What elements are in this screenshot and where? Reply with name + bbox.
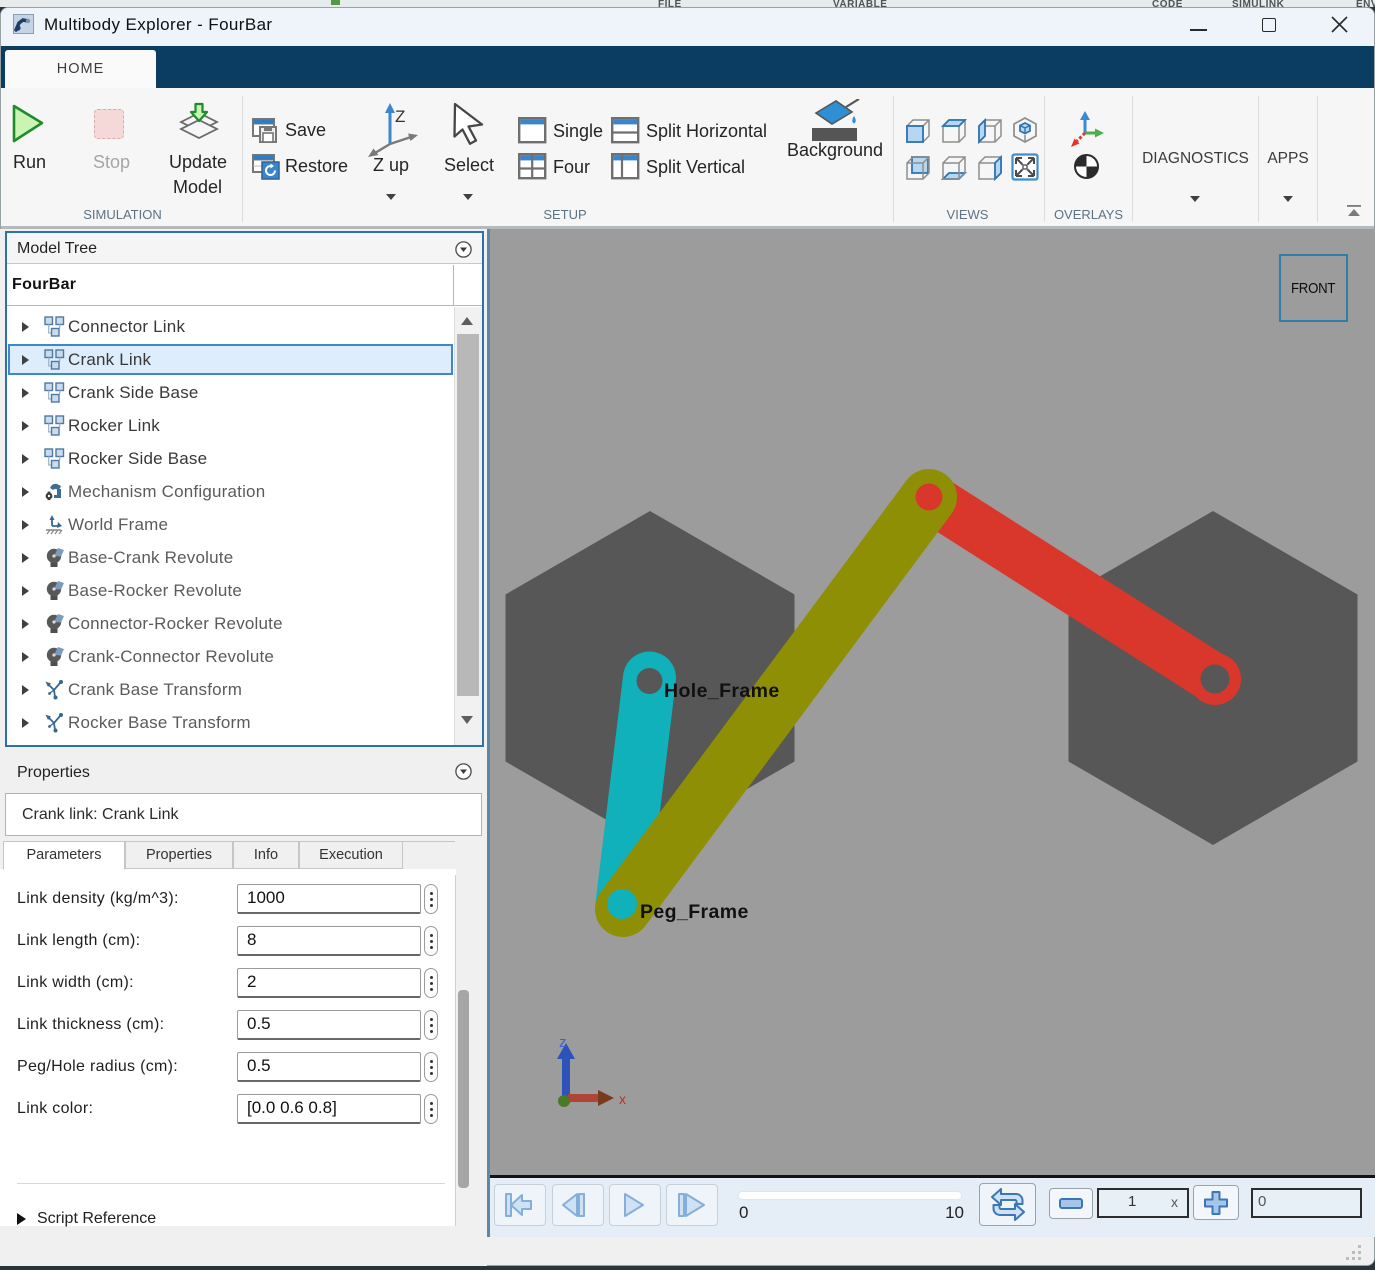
- svg-text:Hole_Frame: Hole_Frame: [664, 680, 780, 702]
- svg-text:Z: Z: [395, 107, 405, 126]
- svg-text:z: z: [559, 1034, 567, 1051]
- svg-text:Peg_Frame: Peg_Frame: [640, 901, 749, 923]
- svg-text:x: x: [619, 1091, 626, 1107]
